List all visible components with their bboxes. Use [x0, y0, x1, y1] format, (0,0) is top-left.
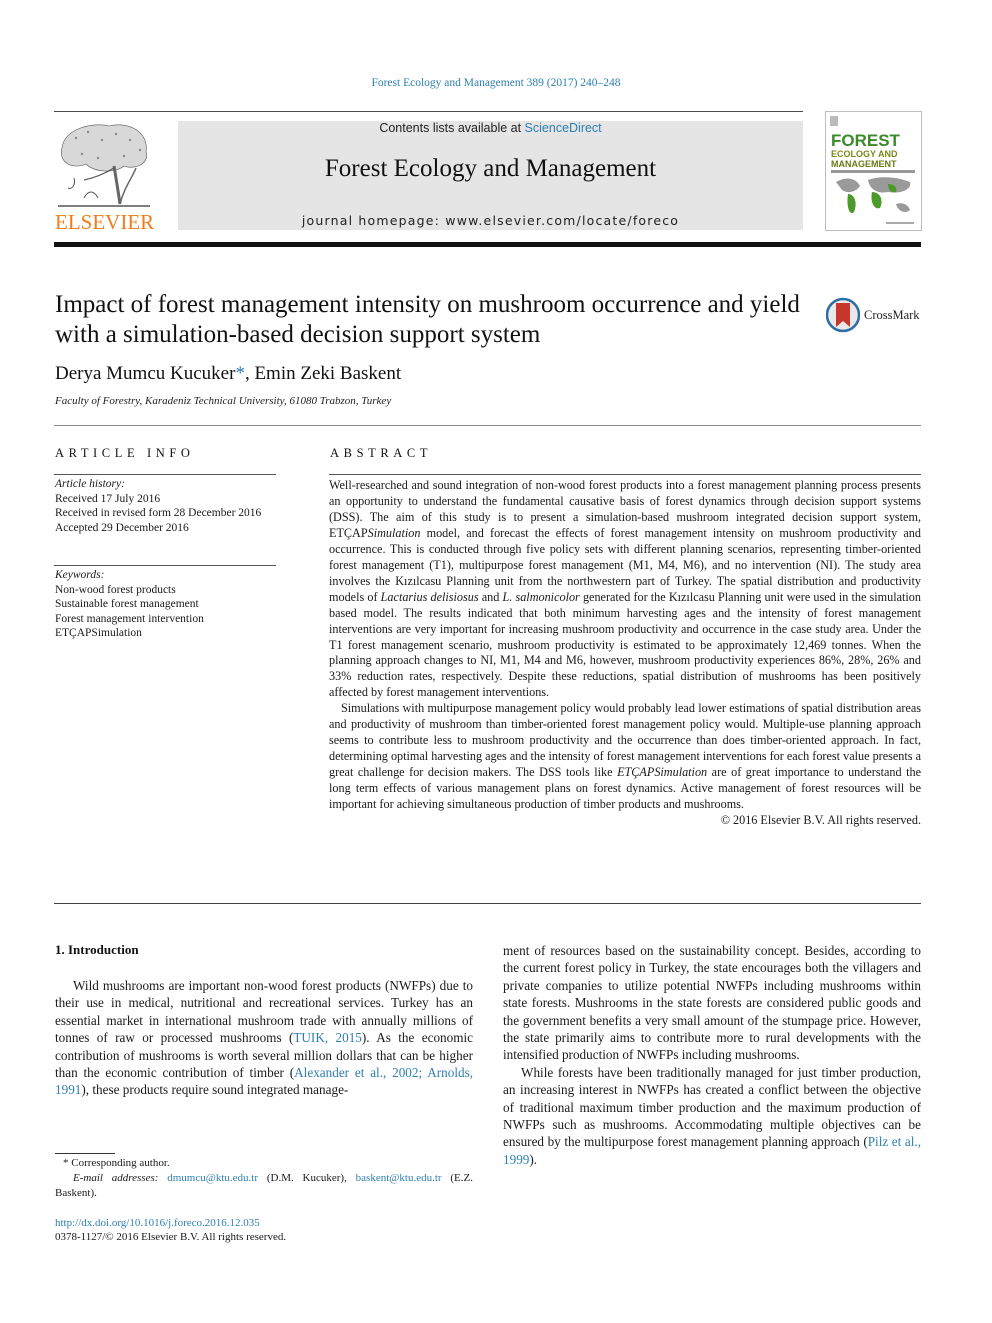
- body-paragraph: ment of resources based on the sustainab…: [503, 943, 921, 1063]
- journal-title: Forest Ecology and Management: [324, 155, 657, 182]
- text-run: ).: [529, 1151, 538, 1167]
- article-info-heading: ARTICLE INFO: [55, 446, 195, 460]
- keywords-label: Keywords:: [55, 569, 105, 581]
- body-paragraph: While forests have been traditionally ma…: [503, 1064, 921, 1168]
- section-heading: 1. Introduction: [55, 942, 139, 957]
- text-run: ), these products require sound integrat…: [81, 1082, 349, 1098]
- italic-run: Simulation: [367, 525, 421, 540]
- issn-copyright: 0378-1127/© 2016 Elsevier B.V. All right…: [55, 1231, 287, 1243]
- divider: [329, 474, 921, 475]
- elsevier-tree-icon: [58, 124, 150, 207]
- affiliation: Faculty of Forestry, Karadeniz Technical…: [55, 395, 392, 407]
- cover-line3: MANAGEMENT: [831, 159, 897, 169]
- elsevier-wordmark: ELSEVIER: [55, 210, 155, 234]
- abstract-paragraph: Well-researched and sound integration of…: [329, 478, 921, 701]
- sciencedirect-link[interactable]: ScienceDirect: [525, 121, 602, 135]
- article-history-label: Article history:: [55, 478, 125, 490]
- journal-homepage: journal homepage: www.elsevier.com/locat…: [178, 213, 803, 228]
- homepage-prefix: journal homepage:: [301, 213, 446, 228]
- email-label: E-mail addresses:: [73, 1172, 159, 1184]
- abstract-body: Well-researched and sound integration of…: [329, 478, 921, 829]
- keyword-item: Sustainable forest management: [55, 598, 199, 610]
- abstract-paragraph: Simulations with multipurpose management…: [329, 701, 921, 813]
- author-list: Derya Mumcu Kucuker*, Emin Zeki Baskent: [55, 363, 401, 385]
- divider: [54, 425, 921, 426]
- crossmark-icon: [825, 297, 861, 333]
- keyword-item: ETÇAPSimulation: [55, 627, 142, 639]
- author-name[interactable]: Derya Mumcu Kucuker: [55, 363, 235, 384]
- email-owner: (D.M. Kucuker),: [258, 1172, 356, 1184]
- crossmark-badge[interactable]: CrossMark: [825, 297, 926, 335]
- cover-line1: FOREST: [831, 131, 901, 150]
- keyword-item: Forest management intervention: [55, 612, 204, 625]
- email-link[interactable]: dmumcu@ktu.edu.tr: [167, 1172, 258, 1184]
- elsevier-logo[interactable]: ELSEVIER: [54, 118, 156, 234]
- article-title: Impact of forest management intensity on…: [55, 291, 800, 348]
- corresponding-author-note: * Corresponding author.: [63, 1157, 170, 1169]
- text-run: generated for the Kızılcasu Planning uni…: [329, 589, 921, 700]
- keyword-item: Non-wood forest products: [55, 583, 176, 596]
- header-thick-rule: [54, 242, 921, 247]
- journal-cover-image[interactable]: FOREST ECOLOGY AND MANAGEMENT: [825, 111, 922, 231]
- footnotes: * Corresponding author. E-mail addresses…: [55, 1156, 473, 1201]
- abstract-heading: ABSTRACT: [330, 446, 433, 460]
- journal-header-box: Contents lists available at ScienceDirec…: [178, 121, 803, 230]
- history-item: Accepted 29 December 2016: [55, 521, 189, 534]
- doi-block: http://dx.doi.org/10.1016/j.foreco.2016.…: [55, 1216, 286, 1244]
- body-column-left: Wild mushrooms are important non-wood fo…: [55, 977, 473, 1099]
- divider: [54, 903, 921, 904]
- contents-line: Contents lists available at ScienceDirec…: [178, 121, 803, 135]
- divider: [54, 565, 276, 566]
- body-paragraph: Wild mushrooms are important non-wood fo…: [55, 977, 473, 1099]
- crossmark-label: CrossMark: [864, 308, 920, 322]
- species-name: Lactarius delisiosus: [380, 589, 479, 604]
- email-addresses: E-mail addresses: dmumcu@ktu.edu.tr (D.M…: [55, 1171, 473, 1201]
- history-item: Received in revised form 28 December 201…: [55, 507, 262, 519]
- species-name: L. salmonicolor: [502, 589, 580, 604]
- keywords: Keywords: Non-wood forest products Susta…: [55, 568, 204, 641]
- journal-citation-link[interactable]: Forest Ecology and Management 389 (2017)…: [0, 77, 992, 89]
- header-top-rule: [54, 111, 803, 112]
- article-history: Article history: Received 17 July 2016 R…: [55, 477, 261, 535]
- author-separator: ,: [244, 363, 255, 384]
- corresponding-author-marker[interactable]: *: [235, 363, 245, 384]
- homepage-url-link[interactable]: www.elsevier.com/locate/foreco: [445, 213, 679, 228]
- citation-link[interactable]: TUIK, 2015: [293, 1030, 362, 1045]
- doi-link[interactable]: http://dx.doi.org/10.1016/j.foreco.2016.…: [55, 1216, 286, 1230]
- text-run: and: [478, 589, 503, 604]
- divider: [54, 474, 276, 475]
- body-column-right: ment of resources based on the sustainab…: [503, 942, 921, 1168]
- journal-cover-icon: FOREST ECOLOGY AND MANAGEMENT: [830, 116, 915, 224]
- text-run: While forests have been traditionally ma…: [503, 1064, 921, 1150]
- contents-prefix: Contents lists available at: [379, 121, 525, 135]
- footnote-rule: [55, 1153, 115, 1154]
- email-link[interactable]: baskent@ktu.edu.tr: [356, 1172, 442, 1184]
- cover-line2: ECOLOGY AND: [831, 149, 898, 159]
- history-item: Received 17 July 2016: [55, 492, 161, 505]
- abstract-copyright: © 2016 Elsevier B.V. All rights reserved…: [720, 813, 921, 828]
- author-name[interactable]: Emin Zeki Baskent: [254, 363, 401, 384]
- italic-run: ETÇAPSimulation: [617, 765, 708, 780]
